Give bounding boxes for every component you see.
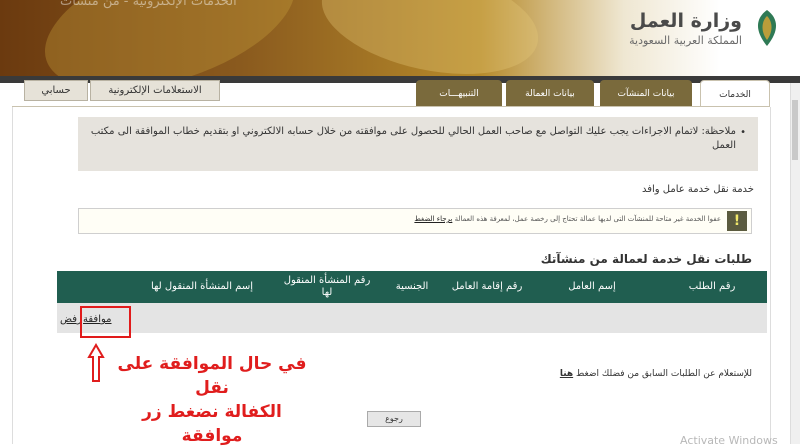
reject-link[interactable]: رفض [60, 314, 82, 325]
annotation-line: الكفالة نضغط زر موافقة [142, 402, 282, 446]
inquiry-label: للإستعلام عن الطلبات السابق من فضلك اضغط [576, 369, 752, 379]
inquiry-text: للإستعلام عن الطلبات السابق من فضلك اضغط… [542, 369, 752, 379]
col-worker-name: إسم العامل [568, 281, 616, 292]
highlight-box [80, 306, 131, 338]
os-watermark: Activate Windows [680, 434, 778, 447]
warning-link[interactable]: برجاء الضغط [414, 215, 452, 223]
banner-decoration [312, 0, 548, 76]
note-box: • ملاحظة: لاتمام الاجراءات يجب عليك التو… [78, 117, 758, 171]
header-banner: الخدمات الإلكترونية - من منشآت وزارة الع… [0, 0, 800, 76]
e-inquiries-button[interactable]: الاستعلامات الإلكترونية [90, 80, 220, 101]
tab-services[interactable]: الخدمات [700, 80, 770, 107]
up-arrow-icon [87, 343, 105, 382]
col-iqama-number: رقم إقامة العامل [451, 281, 523, 292]
back-button[interactable]: رجوع [367, 411, 421, 427]
annotation-line: في حال الموافقة على نقل [117, 354, 307, 398]
section-title: طلبات نقل خدمة لعمالة من منشآتك [540, 252, 752, 266]
kingdom-name: المملكة العربية السعودية [629, 34, 742, 47]
ministry-logo-text: وزارة العمل المملكة العربية السعودية [629, 10, 742, 47]
table-row [57, 303, 767, 333]
col-target-establishment-number: رقم المنشأة المنقول لها [283, 275, 371, 298]
col-request-number: رقم الطلب [688, 281, 736, 292]
scrollbar-thumb[interactable] [792, 100, 798, 160]
annotation-text: في حال الموافقة على نقل الكفالة نضغط زر … [112, 352, 312, 448]
warning-icon: ! [727, 211, 747, 231]
col-nationality: الجنسية [395, 281, 429, 292]
warning-box: ! عفوا الخدمة غير متاحة للمنشآت التى لدي… [78, 208, 752, 234]
note-text: ملاحظة: لاتمام الاجراءات يجب عليك التواص… [90, 126, 736, 151]
ministry-name: وزارة العمل [629, 10, 742, 32]
banner-decoration [27, 0, 313, 76]
bullet-icon: • [740, 127, 746, 138]
table-header: رقم الطلب إسم العامل رقم إقامة العامل ال… [57, 271, 767, 303]
my-account-button[interactable]: حسابي [24, 80, 88, 101]
service-title: خدمة نقل خدمة عامل وافد [641, 184, 754, 195]
tab-alerts[interactable]: التنبيهـــات [416, 80, 502, 106]
warning-text: عفوا الخدمة غير متاحة للمنشآت التى لديها… [414, 215, 721, 223]
col-target-establishment-name: إسم المنشأة المنقول لها [151, 281, 253, 292]
ministry-logo-icon [757, 10, 777, 46]
tab-labor-data[interactable]: بيانات العمالة [506, 80, 594, 106]
warning-message: عفوا الخدمة غير متاحة للمنشآت التى لديها… [454, 215, 721, 223]
inquiry-here-link[interactable]: هنا [560, 369, 573, 379]
banner-faded-text: الخدمات الإلكترونية - من منشآت [60, 0, 237, 9]
tab-establishments-data[interactable]: بيانات المنشآت [600, 80, 692, 106]
